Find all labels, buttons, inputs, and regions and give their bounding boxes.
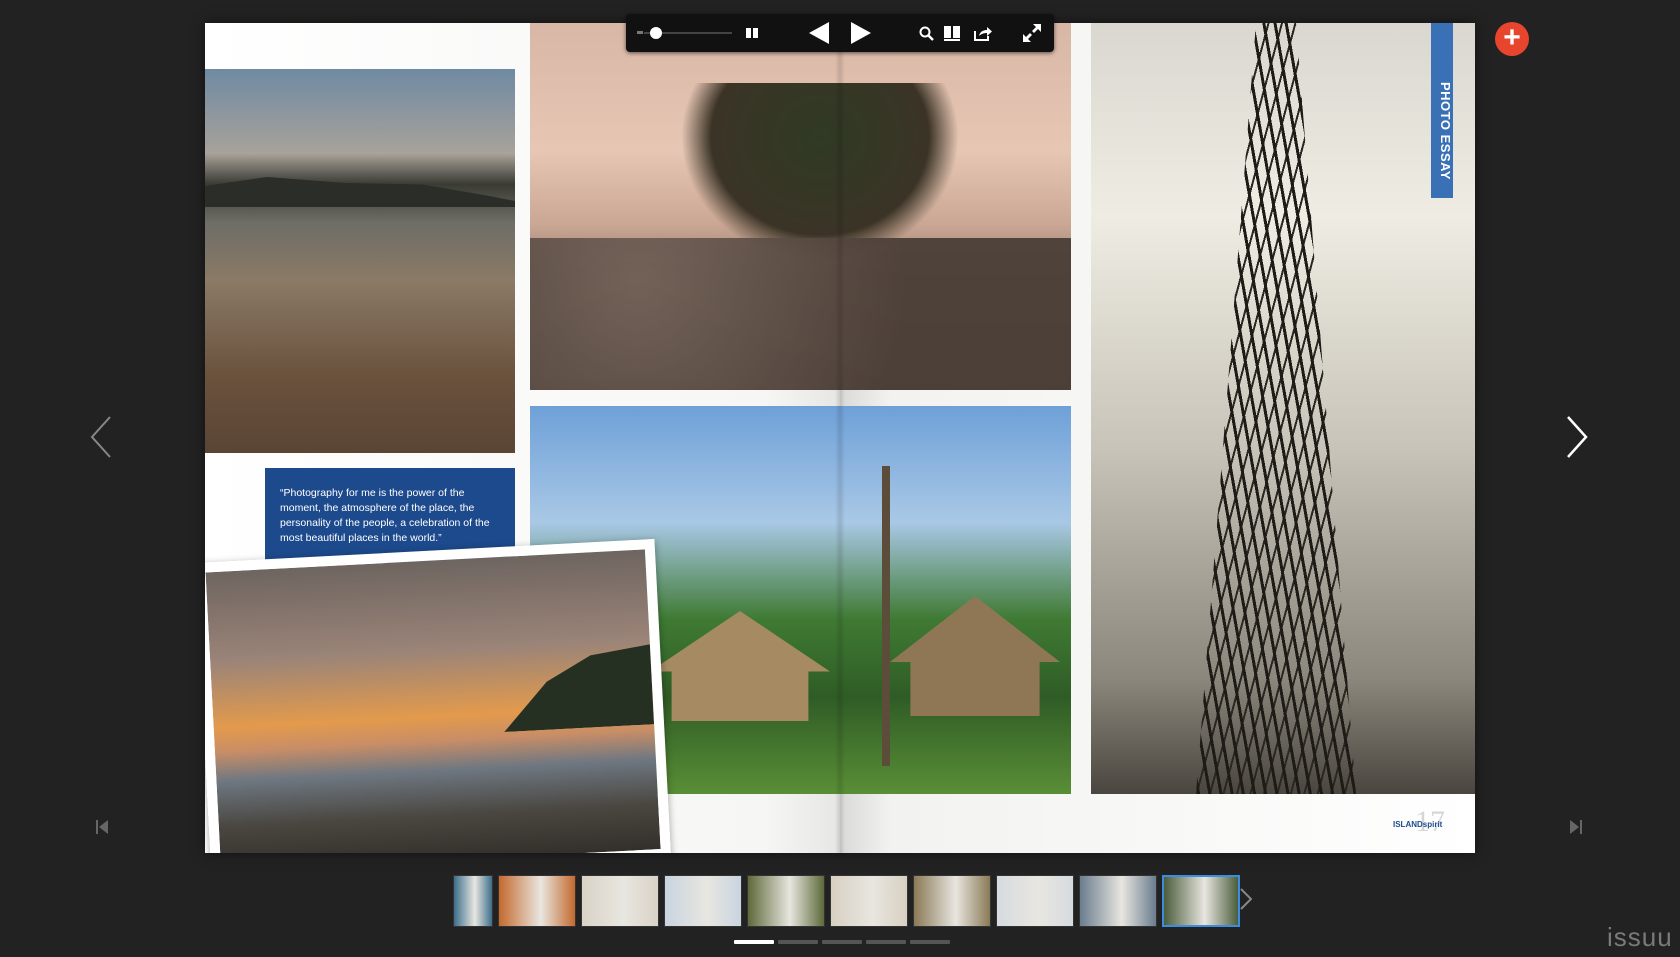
add-button[interactable]: + [1495, 22, 1529, 56]
rock-island-photo [530, 23, 1071, 390]
play-icon[interactable] [848, 14, 874, 52]
pager-segment[interactable] [866, 940, 906, 944]
pager-segment[interactable] [734, 940, 774, 944]
reader-toolbar [626, 14, 1054, 52]
pager-segment[interactable] [822, 940, 862, 944]
page-thumbnail[interactable] [453, 875, 493, 927]
magazine-spread[interactable]: “Photography for me is the power of the … [205, 23, 1475, 853]
previous-page-triangle-icon[interactable] [806, 14, 832, 52]
thumbnail-strip [453, 875, 1240, 927]
page-thumbnail[interactable] [581, 875, 659, 927]
sunset-beach-photo [205, 538, 672, 853]
zoom-out-icon[interactable] [637, 31, 643, 34]
pages-icon[interactable] [941, 14, 965, 52]
pebble-beach-photo [205, 69, 515, 453]
pager-segment[interactable] [778, 940, 818, 944]
magazine-logo: ISLANDspirit [1393, 820, 1443, 829]
chevron-right-icon[interactable] [1566, 416, 1588, 463]
land-dive-tower-photo [1091, 23, 1475, 794]
skip-last-icon[interactable] [1570, 820, 1582, 837]
page-thumbnail[interactable] [1079, 875, 1157, 927]
page-thumbnail[interactable] [1162, 875, 1240, 927]
page-thumbnail[interactable] [830, 875, 908, 927]
search-icon[interactable] [915, 14, 937, 52]
page-thumbnail[interactable] [664, 875, 742, 927]
section-tab: PHOTO ESSAY [1431, 23, 1453, 198]
pager-segment[interactable] [910, 940, 950, 944]
skip-first-icon[interactable] [96, 820, 108, 837]
issuu-logo: issuu [1607, 922, 1673, 952]
page-thumbnail[interactable] [747, 875, 825, 927]
page-thumbnail[interactable] [498, 875, 576, 927]
thumbnail-pager [734, 940, 950, 944]
fullscreen-icon[interactable] [1020, 14, 1044, 52]
page-thumbnail[interactable] [996, 875, 1074, 927]
share-icon[interactable] [971, 14, 995, 52]
zoom-slider-handle[interactable] [650, 27, 662, 39]
pause-icon[interactable] [742, 14, 762, 52]
page-thumbnail[interactable] [913, 875, 991, 927]
spread-gutter [835, 23, 845, 853]
thumbnails-next-icon[interactable] [1240, 888, 1253, 917]
chevron-left-icon[interactable] [90, 416, 112, 463]
